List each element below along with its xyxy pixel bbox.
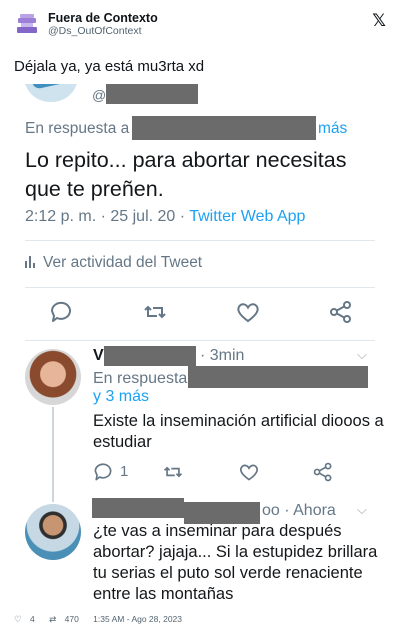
heart-icon: ♡ [14, 614, 22, 624]
avatar[interactable] [25, 349, 81, 405]
like-icon[interactable] [235, 300, 261, 324]
tweet-footer: ♡ 4 ⇄ 470 1:35 AM - Ago 28, 2023 [14, 614, 188, 625]
divider [25, 340, 375, 341]
chevron-down-icon[interactable]: ⌵ [357, 347, 367, 363]
bar-chart-icon [25, 256, 35, 268]
tweet-app-link[interactable]: Twitter Web App [189, 208, 305, 225]
divider [25, 240, 375, 241]
handle-prefix: @ [92, 87, 107, 103]
redaction-bar [92, 498, 184, 518]
retweet-icon: ⇄ [49, 614, 57, 624]
timestamp: 1:35 AM - Ago 28, 2023 [93, 614, 183, 624]
tweet-meta: 2:12 p. m. · 25 jul. 20 · Twitter Web Ap… [25, 208, 305, 226]
tweet-actions [0, 300, 400, 326]
like-count: 4 [30, 614, 35, 624]
reply-to-more-link[interactable]: y 3 más [93, 388, 149, 406]
retweet-icon[interactable] [142, 300, 168, 324]
reply1-name[interactable]: V [93, 347, 104, 365]
reply-to-label: En respuesta [93, 370, 188, 387]
tweet-header: Fuera de Contexto @Ds_OutOfContext 𝕏 [0, 0, 400, 48]
divider [25, 287, 375, 288]
reply-icon[interactable] [92, 460, 114, 484]
avatar[interactable] [25, 504, 81, 560]
chevron-down-icon[interactable]: ⌵ [357, 502, 367, 518]
reply-count: 1 [120, 463, 129, 480]
view-activity-label: Ver actividad del Tweet [43, 254, 203, 271]
reply-to-more-link[interactable]: más [318, 120, 347, 138]
avatar[interactable] [14, 10, 40, 36]
redaction-bar [106, 84, 198, 104]
reply-icon[interactable] [48, 300, 74, 324]
embedded-screenshot[interactable]: @ En respuesta a más Lo repito... para a… [0, 84, 400, 610]
avatar [24, 84, 78, 102]
retweet-count: 470 [64, 614, 79, 624]
x-logo-icon[interactable]: 𝕏 [372, 11, 386, 31]
thread-line [52, 407, 54, 502]
retweet-icon[interactable] [162, 460, 184, 484]
reply1-actions: 1 [0, 460, 400, 486]
reply-to-label: En respuesta a [25, 120, 130, 137]
share-icon[interactable] [328, 300, 354, 324]
redaction-bar [104, 346, 196, 366]
reply2-text: ¿te vas a inseminar para después abortar… [93, 522, 378, 603]
author-handle[interactable]: @Ds_OutOfContext [48, 25, 142, 37]
tweet-time: 2:12 p. m. · 25 jul. 20 · [25, 208, 190, 225]
author-name[interactable]: Fuera de Contexto [48, 11, 158, 25]
main-tweet-text: Lo repito... para abortar necesitas que … [25, 148, 347, 201]
reply1-text: Existe la inseminación artificial diooos… [93, 412, 384, 451]
redaction-bar [188, 366, 368, 388]
reply1-time: · 3min [200, 347, 245, 364]
share-icon[interactable] [312, 460, 334, 484]
redaction-bar [132, 116, 316, 140]
view-activity-link[interactable]: Ver actividad del Tweet [25, 254, 202, 272]
like-icon[interactable] [238, 460, 260, 484]
retweet-stat[interactable]: ⇄ 470 [49, 614, 85, 624]
tweet-caption: Déjala ya, ya está mu3rta xd [14, 58, 205, 75]
reply2-time: oo · Ahora [262, 502, 336, 519]
like-stat[interactable]: ♡ 4 [14, 614, 41, 624]
